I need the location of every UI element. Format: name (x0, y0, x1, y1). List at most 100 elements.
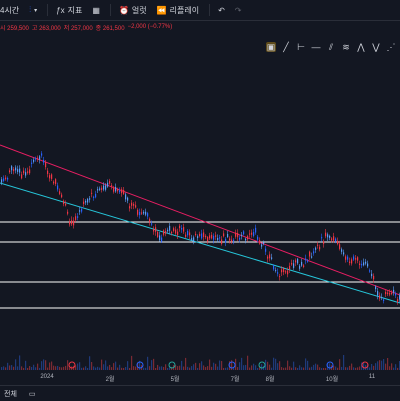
price-chart[interactable] (0, 34, 400, 370)
candle-body (137, 209, 139, 215)
alert-button[interactable]: ⏰ 얼럿 (119, 5, 147, 16)
candle-body (281, 269, 283, 273)
volume-bar (25, 360, 27, 370)
candle-body (85, 200, 87, 203)
volume-bar (101, 359, 103, 370)
candle-body (271, 257, 273, 259)
volume-bar (315, 363, 317, 370)
volume-bar (369, 367, 371, 370)
candle-body (255, 227, 257, 233)
fib-icon[interactable]: ≋ (341, 42, 351, 52)
calendar-icon[interactable]: ▭ (29, 390, 36, 398)
indicators-button[interactable]: ƒx 지표 (56, 5, 82, 16)
candle-body (179, 225, 181, 229)
candle-body (151, 223, 153, 225)
candle-body (387, 292, 389, 295)
candle-body (29, 169, 31, 174)
lock-icon[interactable]: ▣ (266, 42, 276, 52)
volume-bar (207, 366, 209, 370)
interval-label: 4시간 (0, 5, 20, 15)
candle-body (173, 228, 175, 231)
volume-bar (19, 355, 21, 370)
volume-bar (167, 367, 169, 370)
volume-bar (357, 367, 359, 370)
candle-body (3, 178, 5, 182)
wave-icon[interactable]: ⋁ (371, 42, 381, 52)
time-axis-label: 2024 (40, 374, 54, 380)
alert-label: 얼럿 (131, 5, 147, 15)
candle-body (303, 265, 305, 268)
candle-body (377, 291, 379, 296)
volume-bar (281, 367, 283, 370)
volume-bar (211, 366, 213, 370)
candle-body (241, 234, 243, 237)
volume-bar (113, 363, 115, 370)
candle-body (229, 238, 231, 241)
volume-bar (143, 367, 145, 370)
candle-body (53, 181, 55, 184)
volume-bar (385, 363, 387, 370)
forecast-icon[interactable]: ⋰ (386, 42, 396, 52)
candle-icon: ⫶ (29, 5, 32, 14)
candle-body (51, 174, 53, 179)
volume-bar (81, 367, 83, 370)
volume-bar (239, 362, 241, 370)
ohlc-high: 고 263,000 (31, 25, 61, 32)
candle-body (323, 241, 325, 244)
pattern-icon[interactable]: ⋀ (356, 42, 366, 52)
candle-body (353, 256, 355, 260)
candle-body (59, 191, 61, 194)
candle-body (165, 230, 167, 234)
candle-body (167, 229, 169, 232)
range-all-button[interactable]: 전체 (4, 389, 17, 399)
candle-body (375, 286, 377, 290)
horizontal-ray-icon[interactable]: ⊢ (296, 42, 306, 52)
candle-body (253, 232, 255, 237)
candle-body (395, 293, 397, 296)
candle-body (203, 232, 205, 237)
volume-bar (131, 355, 133, 370)
chart-type-button[interactable]: ⫶ ▾ (29, 5, 37, 15)
volume-bar (97, 366, 99, 370)
volume-bar (95, 367, 97, 370)
time-axis-label: 7월 (230, 377, 240, 383)
volume-bar (15, 359, 17, 370)
candle-body (57, 185, 59, 190)
replay-button[interactable]: ⏪ 리플레이 (157, 5, 199, 16)
volume-bar (147, 356, 149, 370)
volume-bar (253, 363, 255, 370)
redo-button[interactable]: ↷ (235, 6, 242, 15)
interval-button[interactable]: 4시간 (0, 5, 19, 16)
candle-body (361, 263, 363, 266)
candle-body (37, 157, 39, 159)
candle-body (225, 238, 227, 243)
volume-bar (195, 362, 197, 370)
layout-button[interactable]: ▦ (92, 6, 100, 15)
volume-bar (283, 367, 285, 370)
volume-bar (35, 367, 37, 370)
trend-line-icon[interactable]: ╱ (281, 42, 291, 52)
candle-body (273, 265, 275, 270)
candle-body (193, 237, 195, 242)
volume-bar (3, 366, 5, 370)
candle-body (259, 240, 261, 244)
candle-body (157, 232, 159, 237)
volume-bar (41, 361, 43, 370)
horizontal-line-icon[interactable]: — (311, 42, 321, 52)
candle-body (45, 162, 47, 168)
volume-bar (33, 364, 35, 370)
candle-body (393, 289, 395, 293)
volume-bar (181, 360, 183, 370)
candle-body (295, 260, 297, 263)
candle-body (101, 187, 103, 190)
candle-body (143, 211, 145, 214)
candle-body (265, 248, 267, 252)
volume-bars (1, 355, 400, 370)
undo-button[interactable]: ↶ (218, 6, 225, 15)
volume-bar (51, 361, 53, 370)
parallel-channel-icon[interactable]: ⫽ (326, 42, 336, 52)
candle-body (75, 216, 77, 221)
volume-bar (17, 366, 19, 370)
candle-body (35, 157, 37, 160)
candle-body (269, 254, 271, 259)
